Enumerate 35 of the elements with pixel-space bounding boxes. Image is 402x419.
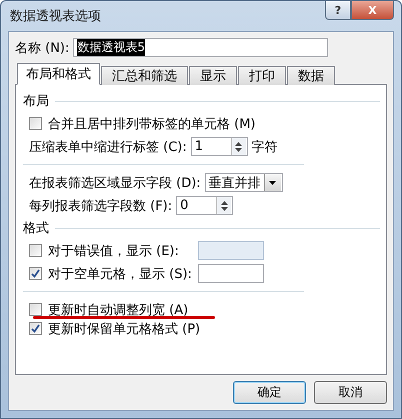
checkbox[interactable] <box>29 267 42 280</box>
spinner-arrows-icon[interactable] <box>216 197 232 214</box>
field-label: 压缩表单中缩进行标签 (C): <box>29 138 187 156</box>
section-title: 布局 <box>23 93 49 110</box>
text-field[interactable] <box>198 264 264 283</box>
number-field[interactable]: 0 <box>176 196 234 215</box>
number-field[interactable]: 1 <box>190 137 248 156</box>
checkbox-label[interactable]: 更新时保留单元格格式 (P) <box>48 320 200 338</box>
tab[interactable]: 数据 <box>287 66 335 85</box>
checkbox-label[interactable]: 合并且居中排列带标签的单元格 (M) <box>48 114 256 132</box>
checkbox-label[interactable]: 更新时自动调整列宽 (A) <box>48 300 188 318</box>
checkbox-label[interactable]: 对于错误值，显示 (E): <box>48 242 194 260</box>
checkbox[interactable] <box>29 117 42 130</box>
field-label: 名称 (N): <box>15 40 70 56</box>
checkbox[interactable] <box>29 322 42 335</box>
window-title: 数据透视表选项 <box>10 8 101 25</box>
unit-label: 字符 <box>252 138 278 156</box>
tab[interactable]: 打印 <box>238 66 286 85</box>
field-label: 在报表筛选区域显示字段 (D): <box>29 174 201 192</box>
name-field[interactable]: 数据透视表5 <box>73 38 328 57</box>
ok-button[interactable]: 确定 <box>233 381 306 404</box>
checkbox[interactable] <box>29 244 42 257</box>
caret-icon[interactable] <box>264 174 281 191</box>
tab[interactable]: 显示 <box>189 66 237 85</box>
help-button[interactable]: ? <box>325 1 351 20</box>
field-label: 每列报表筛选字段数 (F): <box>29 198 172 214</box>
checkbox[interactable] <box>29 303 42 316</box>
tab[interactable]: 汇总和筛选 <box>101 66 188 85</box>
tab[interactable]: 布局和格式 <box>17 63 100 85</box>
checkbox-label[interactable]: 对于空单元格，显示 (S): <box>48 264 194 282</box>
dropdown[interactable]: 垂直并排 <box>204 173 283 192</box>
cancel-button[interactable]: 取消 <box>314 381 387 404</box>
spinner-arrows-icon[interactable] <box>230 138 246 155</box>
section-title: 格式 <box>23 220 49 237</box>
text-field[interactable] <box>198 241 264 260</box>
